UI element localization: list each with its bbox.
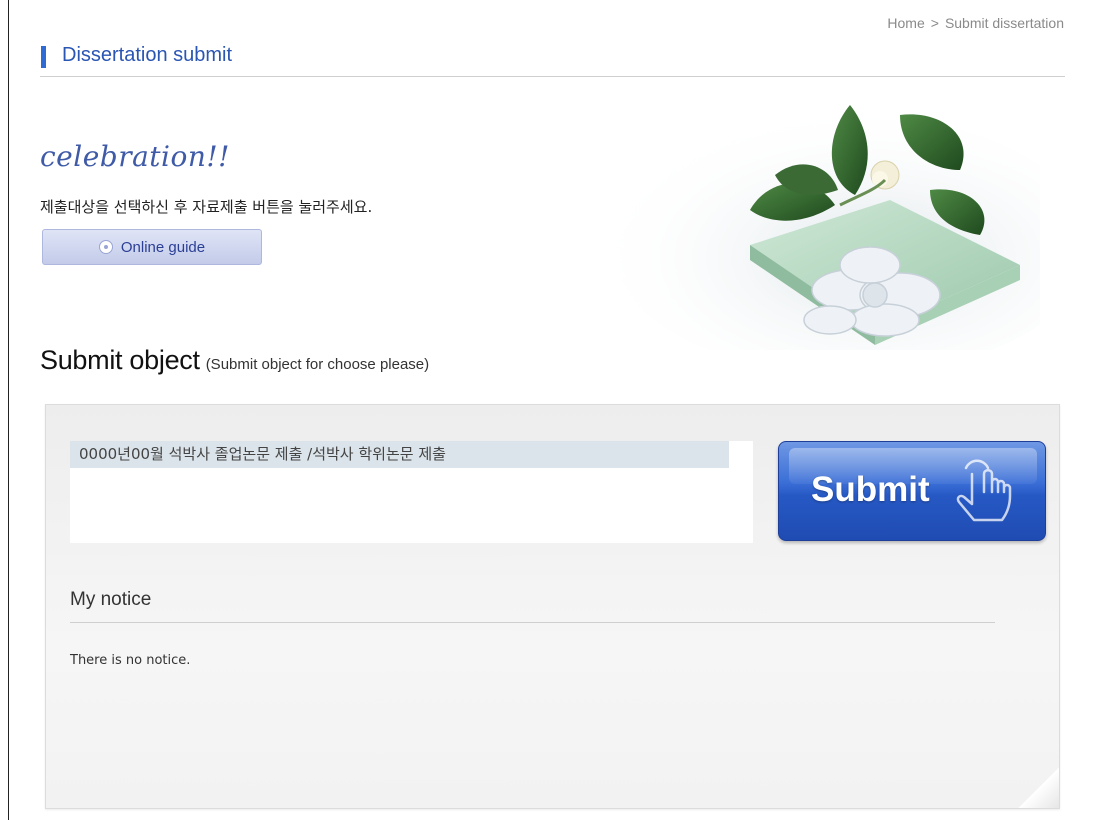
notice-divider: [70, 622, 995, 623]
instruction-text: 제출대상을 선택하신 후 자료제출 버튼을 눌러주세요.: [40, 198, 373, 216]
breadcrumb-home[interactable]: Home: [887, 15, 924, 31]
submit-panel: 0000년00월 석박사 졸업논문 제출 /석박사 학위논문 제출 Submit…: [45, 404, 1060, 809]
breadcrumb-separator: >: [930, 15, 939, 31]
notice-empty-text: There is no notice.: [70, 653, 191, 668]
submit-object-title: Submit object: [40, 345, 200, 375]
page-curl-corner: [1017, 768, 1059, 808]
submit-button[interactable]: Submit: [778, 441, 1046, 541]
celebration-heading: celebration!!: [40, 140, 230, 173]
submit-object-hint: (Submit object for choose please): [205, 356, 430, 373]
online-guide-label: Online guide: [120, 238, 206, 256]
window-border: [8, 0, 9, 820]
submit-object-list[interactable]: 0000년00월 석박사 졸업논문 제출 /석박사 학위논문 제출: [70, 441, 753, 543]
submit-object-item[interactable]: 0000년00월 석박사 졸업논문 제출 /석박사 학위논문 제출: [70, 441, 729, 468]
page-title: Dissertation submit: [62, 44, 233, 66]
submit-object-heading: Submit object (Submit object for choose p…: [40, 345, 429, 376]
title-divider: [40, 76, 1065, 77]
title-accent-bar: [41, 46, 46, 68]
hand-pointer-icon: [956, 459, 1012, 522]
online-guide-button[interactable]: Online guide: [42, 229, 262, 265]
film-reel-icon: [98, 240, 113, 254]
breadcrumb-current: Submit dissertation: [944, 15, 1064, 31]
notice-title: My notice: [70, 589, 152, 610]
breadcrumb: Home > Submit dissertation: [887, 15, 1064, 31]
gift-flower-illustration: [610, 105, 1040, 350]
submit-button-label: Submit: [811, 470, 930, 509]
